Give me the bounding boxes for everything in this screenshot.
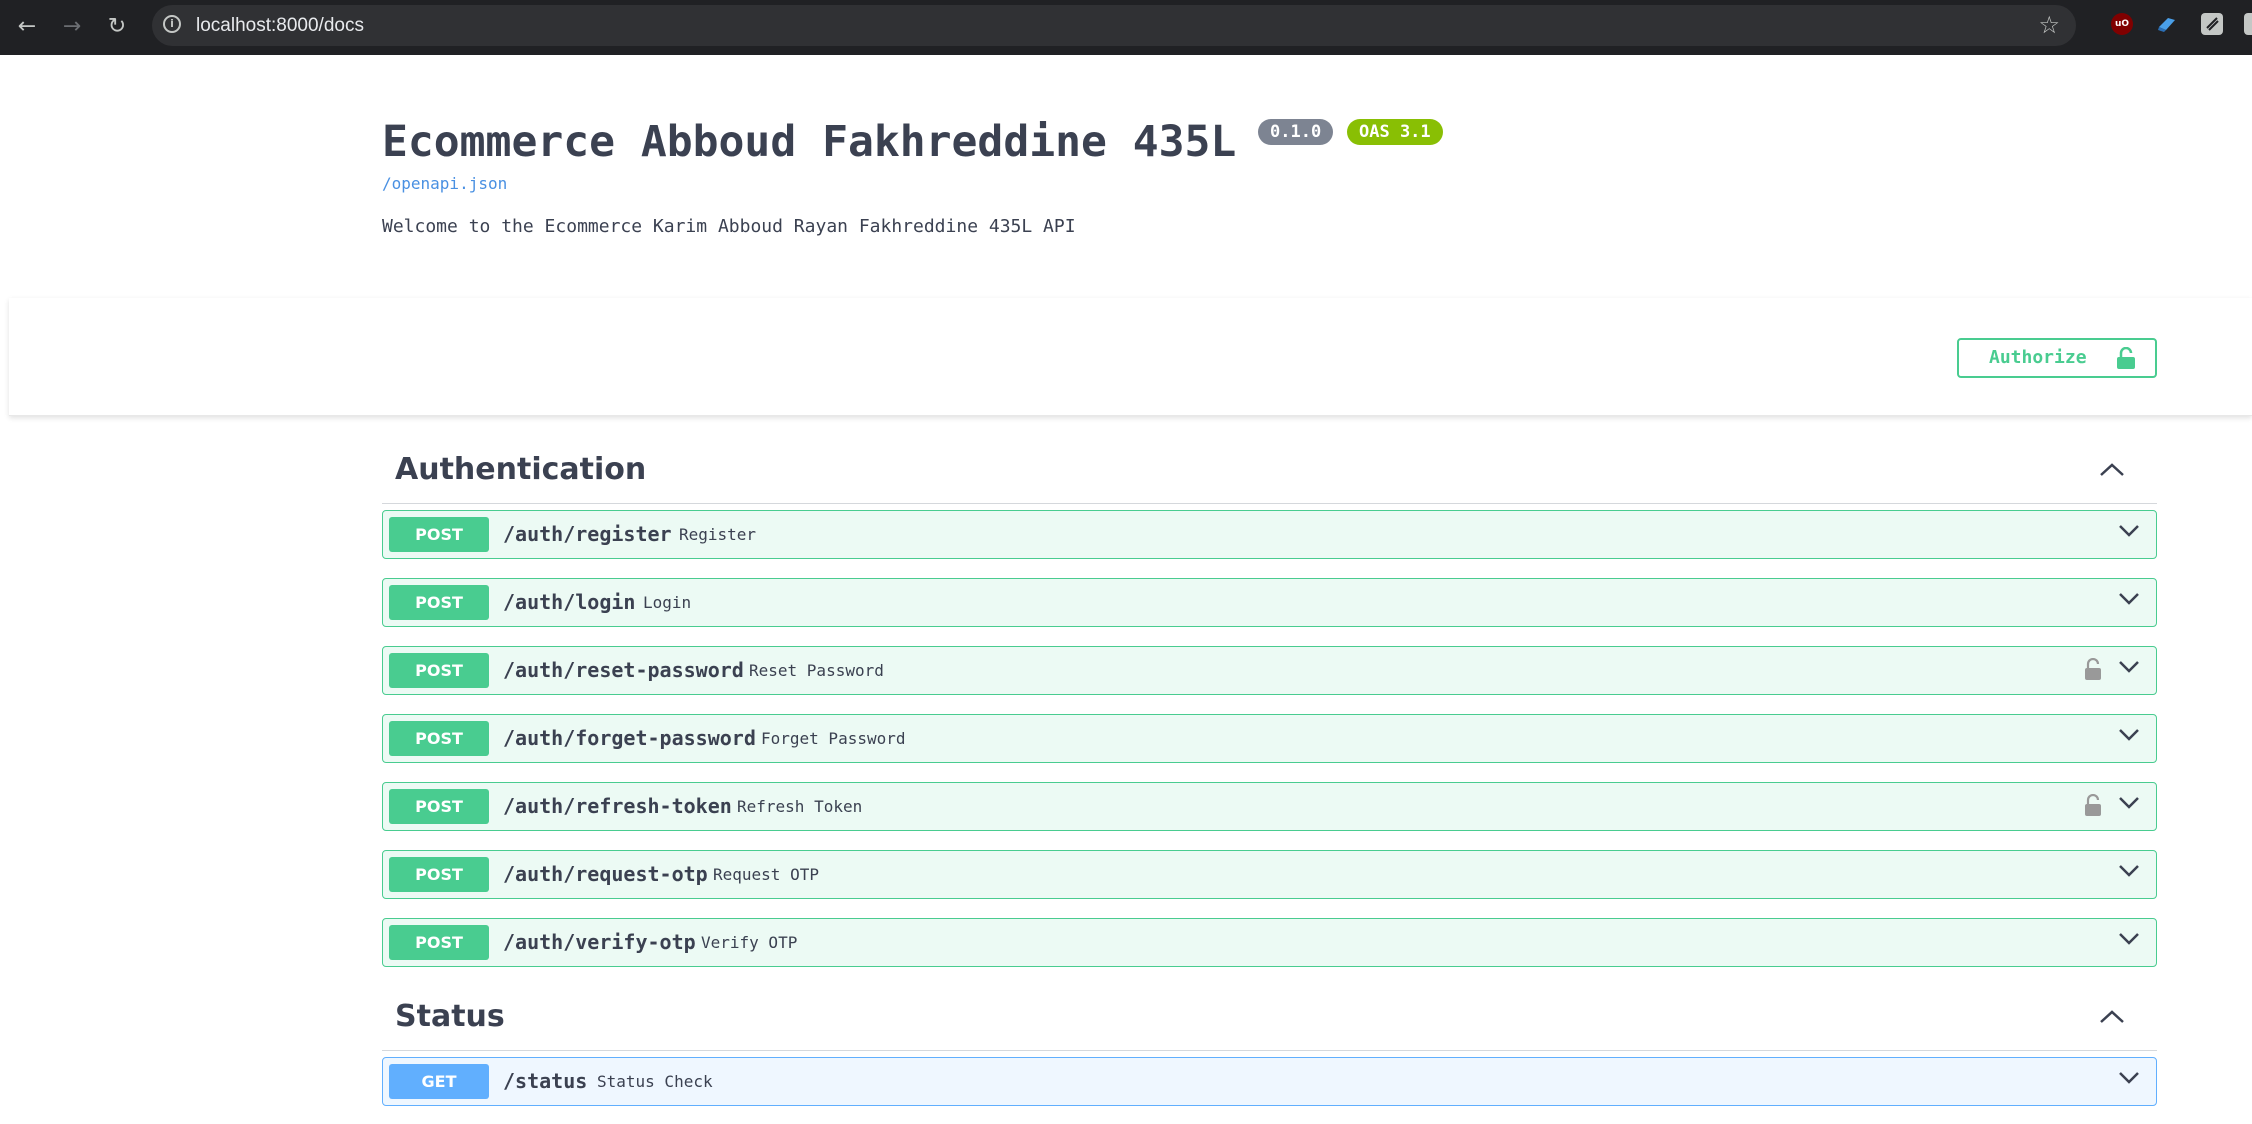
authorize-label: Authorize <box>1989 347 2087 368</box>
extensions-puzzle-icon[interactable] <box>2244 13 2252 35</box>
operation-path: /auth/register <box>503 522 672 546</box>
chevron-down-icon[interactable] <box>2118 728 2140 742</box>
forward-arrow-icon[interactable]: → <box>55 10 89 44</box>
chevron-down-icon[interactable] <box>2118 1071 2140 1085</box>
operation-path: /auth/forget-password <box>503 726 756 750</box>
extension-icon[interactable] <box>2201 13 2223 35</box>
operation-summary: Verify OTP <box>701 933 798 952</box>
operation-path: /auth/request-otp <box>503 862 708 886</box>
lock-icon[interactable] <box>2084 794 2102 816</box>
operation-post-auth-reset-password[interactable]: POST /auth/reset-password Reset Password <box>382 646 2157 695</box>
ublock-extension-icon[interactable]: uO <box>2111 13 2133 35</box>
operation-path: /auth/refresh-token <box>503 794 732 818</box>
chevron-down-icon[interactable] <box>2118 796 2140 810</box>
lock-icon[interactable] <box>2084 658 2102 680</box>
chevron-down-icon[interactable] <box>2118 660 2140 674</box>
operation-path: /auth/login <box>503 590 636 614</box>
oas-badge: OAS 3.1 <box>1347 119 1443 145</box>
method-badge: POST <box>389 517 489 552</box>
unlocked-lock-icon <box>2117 347 2135 369</box>
operation-get-status[interactable]: GET /status Status Check <box>382 1057 2157 1106</box>
version-badge: 0.1.0 <box>1258 119 1334 145</box>
address-bar[interactable]: i localhost:8000/docs ☆ <box>152 5 2076 46</box>
chevron-down-icon[interactable] <box>2118 932 2140 946</box>
tag-title-status[interactable]: Status <box>395 999 505 1034</box>
bookmark-star-icon[interactable]: ☆ <box>2038 5 2060 46</box>
method-badge: GET <box>389 1064 489 1099</box>
operation-post-auth-request-otp[interactable]: POST /auth/request-otp Request OTP <box>382 850 2157 899</box>
tag-divider <box>382 1050 2157 1051</box>
operation-path: /auth/reset-password <box>503 658 744 682</box>
operation-summary: Request OTP <box>713 865 819 884</box>
api-title: Ecommerce Abboud Fakhreddine 435L <box>382 117 1237 167</box>
method-badge: POST <box>389 721 489 756</box>
operation-summary: Reset Password <box>749 661 884 680</box>
operation-post-auth-forget-password[interactable]: POST /auth/forget-password Forget Passwo… <box>382 714 2157 763</box>
operation-summary: Login <box>643 593 692 612</box>
tag-divider <box>382 503 2157 504</box>
authorize-button[interactable]: Authorize <box>1957 338 2157 378</box>
chevron-up-icon[interactable] <box>2098 1009 2126 1025</box>
method-badge: POST <box>389 789 489 824</box>
method-badge: POST <box>389 925 489 960</box>
scheme-container <box>9 298 2252 416</box>
operation-summary: Forget Password <box>761 729 906 748</box>
site-info-icon[interactable]: i <box>163 15 181 33</box>
method-badge: POST <box>389 653 489 688</box>
url-text[interactable]: localhost:8000/docs <box>196 5 364 46</box>
method-badge: POST <box>389 857 489 892</box>
reload-icon[interactable]: ↻ <box>100 10 134 44</box>
operation-path: /status <box>503 1069 588 1093</box>
operation-post-auth-register[interactable]: POST /auth/register Register <box>382 510 2157 559</box>
method-badge: POST <box>389 585 489 620</box>
tag-title-authentication[interactable]: Authentication <box>395 452 646 487</box>
operation-post-auth-verify-otp[interactable]: POST /auth/verify-otp Verify OTP <box>382 918 2157 967</box>
chevron-down-icon[interactable] <box>2118 864 2140 878</box>
operation-summary: Refresh Token <box>737 797 863 816</box>
back-arrow-icon[interactable]: ← <box>10 10 44 44</box>
operation-post-auth-login[interactable]: POST /auth/login Login <box>382 578 2157 627</box>
operation-path: /auth/verify-otp <box>503 930 696 954</box>
operation-post-auth-refresh-token[interactable]: POST /auth/refresh-token Refresh Token <box>382 782 2157 831</box>
extension-icon[interactable] <box>2156 13 2178 35</box>
chevron-up-icon[interactable] <box>2098 462 2126 478</box>
browser-toolbar: ← → ↻ i localhost:8000/docs ☆ uO <box>0 0 2252 55</box>
openapi-json-link[interactable]: /openapi.json <box>382 174 507 193</box>
operation-summary: Status Check <box>597 1072 713 1091</box>
chevron-down-icon[interactable] <box>2118 524 2140 538</box>
operation-summary: Register <box>679 525 757 544</box>
chevron-down-icon[interactable] <box>2118 592 2140 606</box>
api-description: Welcome to the Ecommerce Karim Abboud Ra… <box>382 216 1076 237</box>
